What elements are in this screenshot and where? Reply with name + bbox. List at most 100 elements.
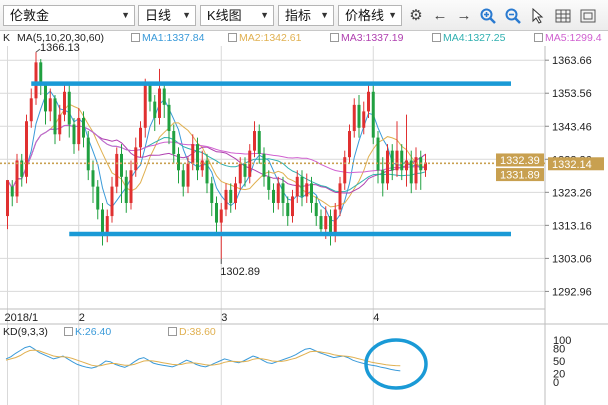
indicator-select[interactable]: 指标 ▼ — [278, 5, 334, 26]
candle-body — [82, 117, 85, 138]
candle-body — [305, 183, 309, 197]
candle-body — [319, 216, 323, 230]
ma5-legend[interactable]: MA5:1299.4 — [534, 31, 602, 46]
ma4-legend[interactable]: MA4:1327.25 — [432, 31, 505, 46]
candle-body — [101, 209, 104, 236]
period-select[interactable]: 日线 ▼ — [138, 5, 196, 26]
arrow-right-icon[interactable]: → — [454, 5, 474, 26]
price-tick-label: 1353.56 — [552, 88, 592, 100]
zoom-out-icon[interactable] — [503, 5, 523, 26]
candle-body — [253, 131, 256, 151]
candle-body — [53, 98, 57, 135]
candle-body — [314, 202, 318, 217]
price-tick-label: 1313.16 — [552, 220, 592, 232]
candle-body — [414, 157, 418, 184]
price-box-label: 1332.39 — [500, 155, 540, 167]
candle-body — [238, 163, 242, 184]
candle-body — [77, 117, 81, 145]
candle-body — [390, 150, 394, 171]
candle-body — [44, 85, 47, 112]
candle-body — [34, 62, 38, 99]
time-tick-label: 4 — [373, 312, 379, 324]
candle-body — [200, 160, 204, 171]
candle-body — [67, 91, 71, 125]
grid-icon[interactable] — [553, 5, 573, 26]
candle-body — [381, 170, 385, 184]
symbol-select[interactable]: 伦敦金 ▼ — [3, 5, 135, 26]
price-line-select[interactable]: 价格线 ▼ — [338, 5, 402, 26]
candle-body — [343, 157, 347, 184]
candle-body — [300, 176, 304, 197]
candle-body — [91, 170, 95, 187]
candle-body — [310, 183, 313, 203]
candle-body — [25, 121, 28, 177]
zoom-in-icon[interactable] — [478, 5, 498, 26]
kd-k-legend[interactable]: K:26.40 — [64, 325, 111, 339]
chevron-down-icon: ▼ — [182, 10, 191, 20]
price-tick-label: 1363.66 — [552, 55, 592, 67]
toolbar: 伦敦金 ▼ 日线 ▼ K线图 ▼ 指标 ▼ 价格线 ▼ ⚙ ← → — [0, 0, 608, 31]
candle-body — [210, 183, 214, 203]
time-tick-label: 2018/1 — [5, 312, 39, 324]
checkbox-icon[interactable] — [131, 33, 140, 42]
checkbox-icon[interactable] — [330, 33, 339, 42]
time-tick-label: 3 — [221, 312, 227, 324]
arrow-left-icon[interactable]: ← — [430, 5, 450, 26]
kd-legend: KD(9,3,3) K:26.40 D:38.60 — [0, 325, 540, 339]
cursor-icon[interactable] — [528, 5, 548, 26]
candle-body — [286, 202, 290, 217]
ma2-legend[interactable]: MA2:1342.61 — [228, 31, 301, 46]
ma-legend: K MA(5,10,20,30,60) MA1:1337.84 MA2:1342… — [0, 31, 608, 46]
candle-body — [267, 176, 271, 190]
fullscreen-icon[interactable] — [578, 5, 598, 26]
candle-body — [96, 186, 100, 210]
chevron-down-icon: ▼ — [388, 10, 397, 20]
candle-body — [148, 85, 152, 102]
price-tick-label: 1292.96 — [552, 286, 592, 298]
indicator-select-value: 指标 — [285, 8, 312, 23]
price-tick-label: 1303.06 — [552, 253, 592, 265]
candle-body — [400, 150, 404, 171]
chart-type-select-value: K线图 — [207, 8, 242, 23]
ma-params: MA(5,10,20,30,60) — [17, 32, 104, 44]
symbol-select-value: 伦敦金 — [10, 8, 50, 23]
candle-body — [48, 98, 52, 112]
chevron-down-icon: ▼ — [320, 10, 329, 20]
candle-body — [134, 147, 138, 171]
candle-body — [177, 153, 180, 171]
kd-tick-label: 50 — [553, 356, 565, 368]
candle-body — [357, 104, 361, 128]
candle-body — [63, 91, 66, 115]
checkbox-icon[interactable] — [432, 33, 441, 42]
checkbox-icon[interactable] — [64, 327, 73, 336]
ma1-legend[interactable]: MA1:1337.84 — [131, 31, 204, 46]
chevron-down-icon: ▼ — [121, 10, 130, 20]
candle-body — [324, 216, 328, 230]
checkbox-icon[interactable] — [534, 33, 543, 42]
candle-body — [196, 144, 199, 171]
candle-body — [115, 153, 119, 187]
candle-body — [262, 153, 266, 177]
candle-body — [333, 209, 337, 236]
ma3-legend[interactable]: MA3:1337.19 — [330, 31, 403, 46]
candle-body — [376, 137, 380, 171]
settings-icon[interactable]: ⚙ — [406, 5, 426, 26]
price-tick-label: 1323.26 — [552, 187, 592, 199]
candle-body — [352, 104, 356, 132]
candle-body — [295, 176, 299, 197]
kd-d-legend[interactable]: D:38.60 — [168, 325, 216, 339]
candle-body — [181, 170, 185, 187]
chevron-down-icon: ▼ — [260, 10, 269, 20]
candle-body — [139, 127, 142, 148]
chart-background — [0, 31, 608, 405]
price-line-select-value: 价格线 — [345, 8, 385, 23]
chart-type-select[interactable]: K线图 ▼ — [200, 5, 274, 26]
candle-body — [224, 189, 228, 210]
candle-body — [371, 91, 375, 138]
checkbox-icon[interactable] — [228, 33, 237, 42]
candle-body — [395, 150, 399, 171]
candle-body — [338, 183, 342, 210]
candle-body — [153, 101, 157, 118]
candle-body — [219, 209, 223, 223]
checkbox-icon[interactable] — [168, 327, 177, 336]
